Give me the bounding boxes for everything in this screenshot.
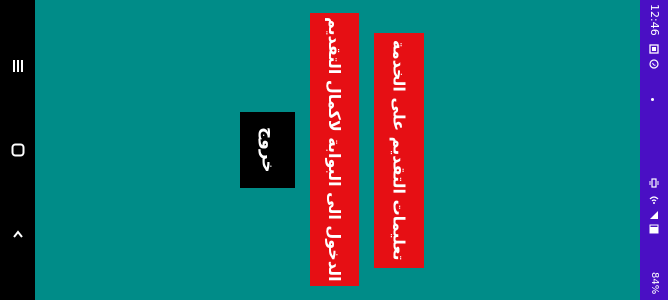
whatsapp-icon	[649, 59, 659, 69]
gallery-icon	[649, 44, 659, 54]
wifi-icon	[649, 196, 659, 204]
home-button[interactable]	[0, 130, 35, 170]
recent-apps-button[interactable]	[0, 46, 35, 86]
status-bottom-group: 84%	[644, 176, 664, 294]
signal-icon	[650, 211, 658, 219]
exit-button[interactable]: خروج	[240, 112, 295, 188]
battery-icon	[649, 224, 659, 234]
home-icon	[11, 143, 24, 157]
status-top-group: 12:46	[644, 4, 664, 101]
service-instructions-button[interactable]: تعليمات التقديم على الخدمة	[374, 33, 424, 268]
enter-portal-button[interactable]: الدخول الى البوابة لاكمال التقديم	[310, 13, 359, 286]
status-bar: 12:46 84%	[640, 0, 668, 300]
battery-percentage: 84%	[649, 271, 660, 294]
back-button[interactable]	[0, 214, 35, 254]
vibrate-icon	[649, 178, 659, 188]
navigation-bar	[0, 0, 35, 300]
back-icon	[12, 230, 23, 238]
menu-icon	[12, 60, 23, 72]
status-time: 12:46	[648, 4, 661, 36]
notification-dot	[651, 98, 654, 101]
